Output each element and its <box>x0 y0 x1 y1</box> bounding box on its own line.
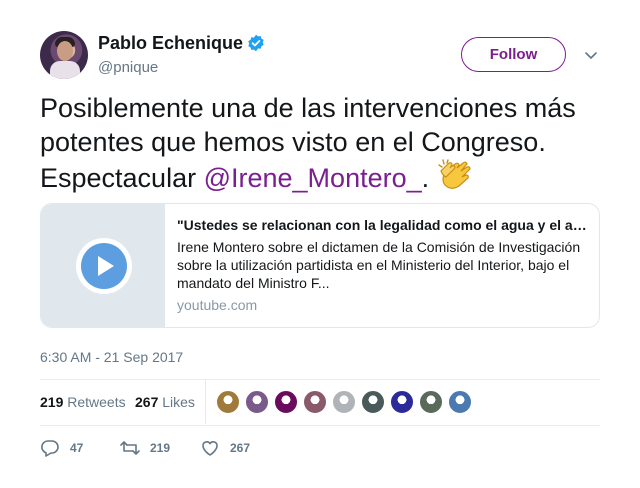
retweet-button[interactable]: 219 <box>120 438 170 458</box>
avatar-face <box>57 41 73 61</box>
liker-avatar[interactable] <box>245 390 269 414</box>
divider <box>40 425 600 426</box>
author-name[interactable]: Pablo Echenique <box>98 33 243 54</box>
retweet-count: 219 <box>150 441 171 455</box>
heart-icon <box>202 441 218 456</box>
like-count: 267 <box>230 441 251 455</box>
tweet-text-tail: . <box>421 163 437 193</box>
liker-avatar[interactable] <box>332 390 356 414</box>
tweet: Pablo Echenique @pnique Follow Posibleme… <box>0 0 640 488</box>
tweet-text: Posiblemente una de las intervenciones m… <box>40 91 610 195</box>
retweet-icon <box>120 441 140 455</box>
liker-avatar[interactable] <box>361 390 385 414</box>
verified-badge-icon <box>248 34 264 52</box>
card-title[interactable]: "Ustedes se relacionan con la legalidad … <box>177 217 589 233</box>
tweet-timestamp[interactable]: 6:30 AM - 21 Sep 2017 <box>40 349 183 365</box>
divider <box>40 379 600 380</box>
clapping-hands-icon <box>437 159 471 189</box>
retweets-label: Retweets <box>67 394 126 410</box>
avatar-shirt <box>50 61 80 79</box>
card-domain: youtube.com <box>177 297 258 313</box>
liker-avatar[interactable] <box>448 390 472 414</box>
card-description: Irene Montero sobre el dictamen de la Co… <box>177 239 581 291</box>
liker-avatar[interactable] <box>390 390 414 414</box>
play-icon[interactable] <box>76 238 132 294</box>
author-handle[interactable]: @pnique <box>98 59 158 76</box>
divider <box>205 380 206 424</box>
card-thumbnail[interactable] <box>41 204 165 327</box>
likes-stat[interactable]: 267 Likes <box>135 394 195 410</box>
liker-avatar[interactable] <box>216 390 240 414</box>
link-card[interactable]: "Ustedes se relacionan con la legalidad … <box>40 203 600 328</box>
reply-icon <box>41 440 59 457</box>
liker-avatar[interactable] <box>303 390 327 414</box>
likes-count: 267 <box>135 394 159 410</box>
retweets-count: 219 <box>40 394 64 410</box>
reply-button[interactable]: 47 <box>40 438 83 458</box>
retweets-stat[interactable]: 219 Retweets <box>40 394 126 410</box>
follow-button[interactable]: Follow <box>461 37 566 72</box>
likes-label: Likes <box>162 394 195 410</box>
liker-avatar[interactable] <box>419 390 443 414</box>
liker-avatar[interactable] <box>274 390 298 414</box>
like-button[interactable]: 267 <box>200 438 250 458</box>
chevron-down-icon[interactable] <box>583 47 599 63</box>
mention-link[interactable]: @Irene_Montero_ <box>204 163 422 193</box>
reply-count: 47 <box>70 441 84 455</box>
author-avatar[interactable] <box>40 31 88 79</box>
